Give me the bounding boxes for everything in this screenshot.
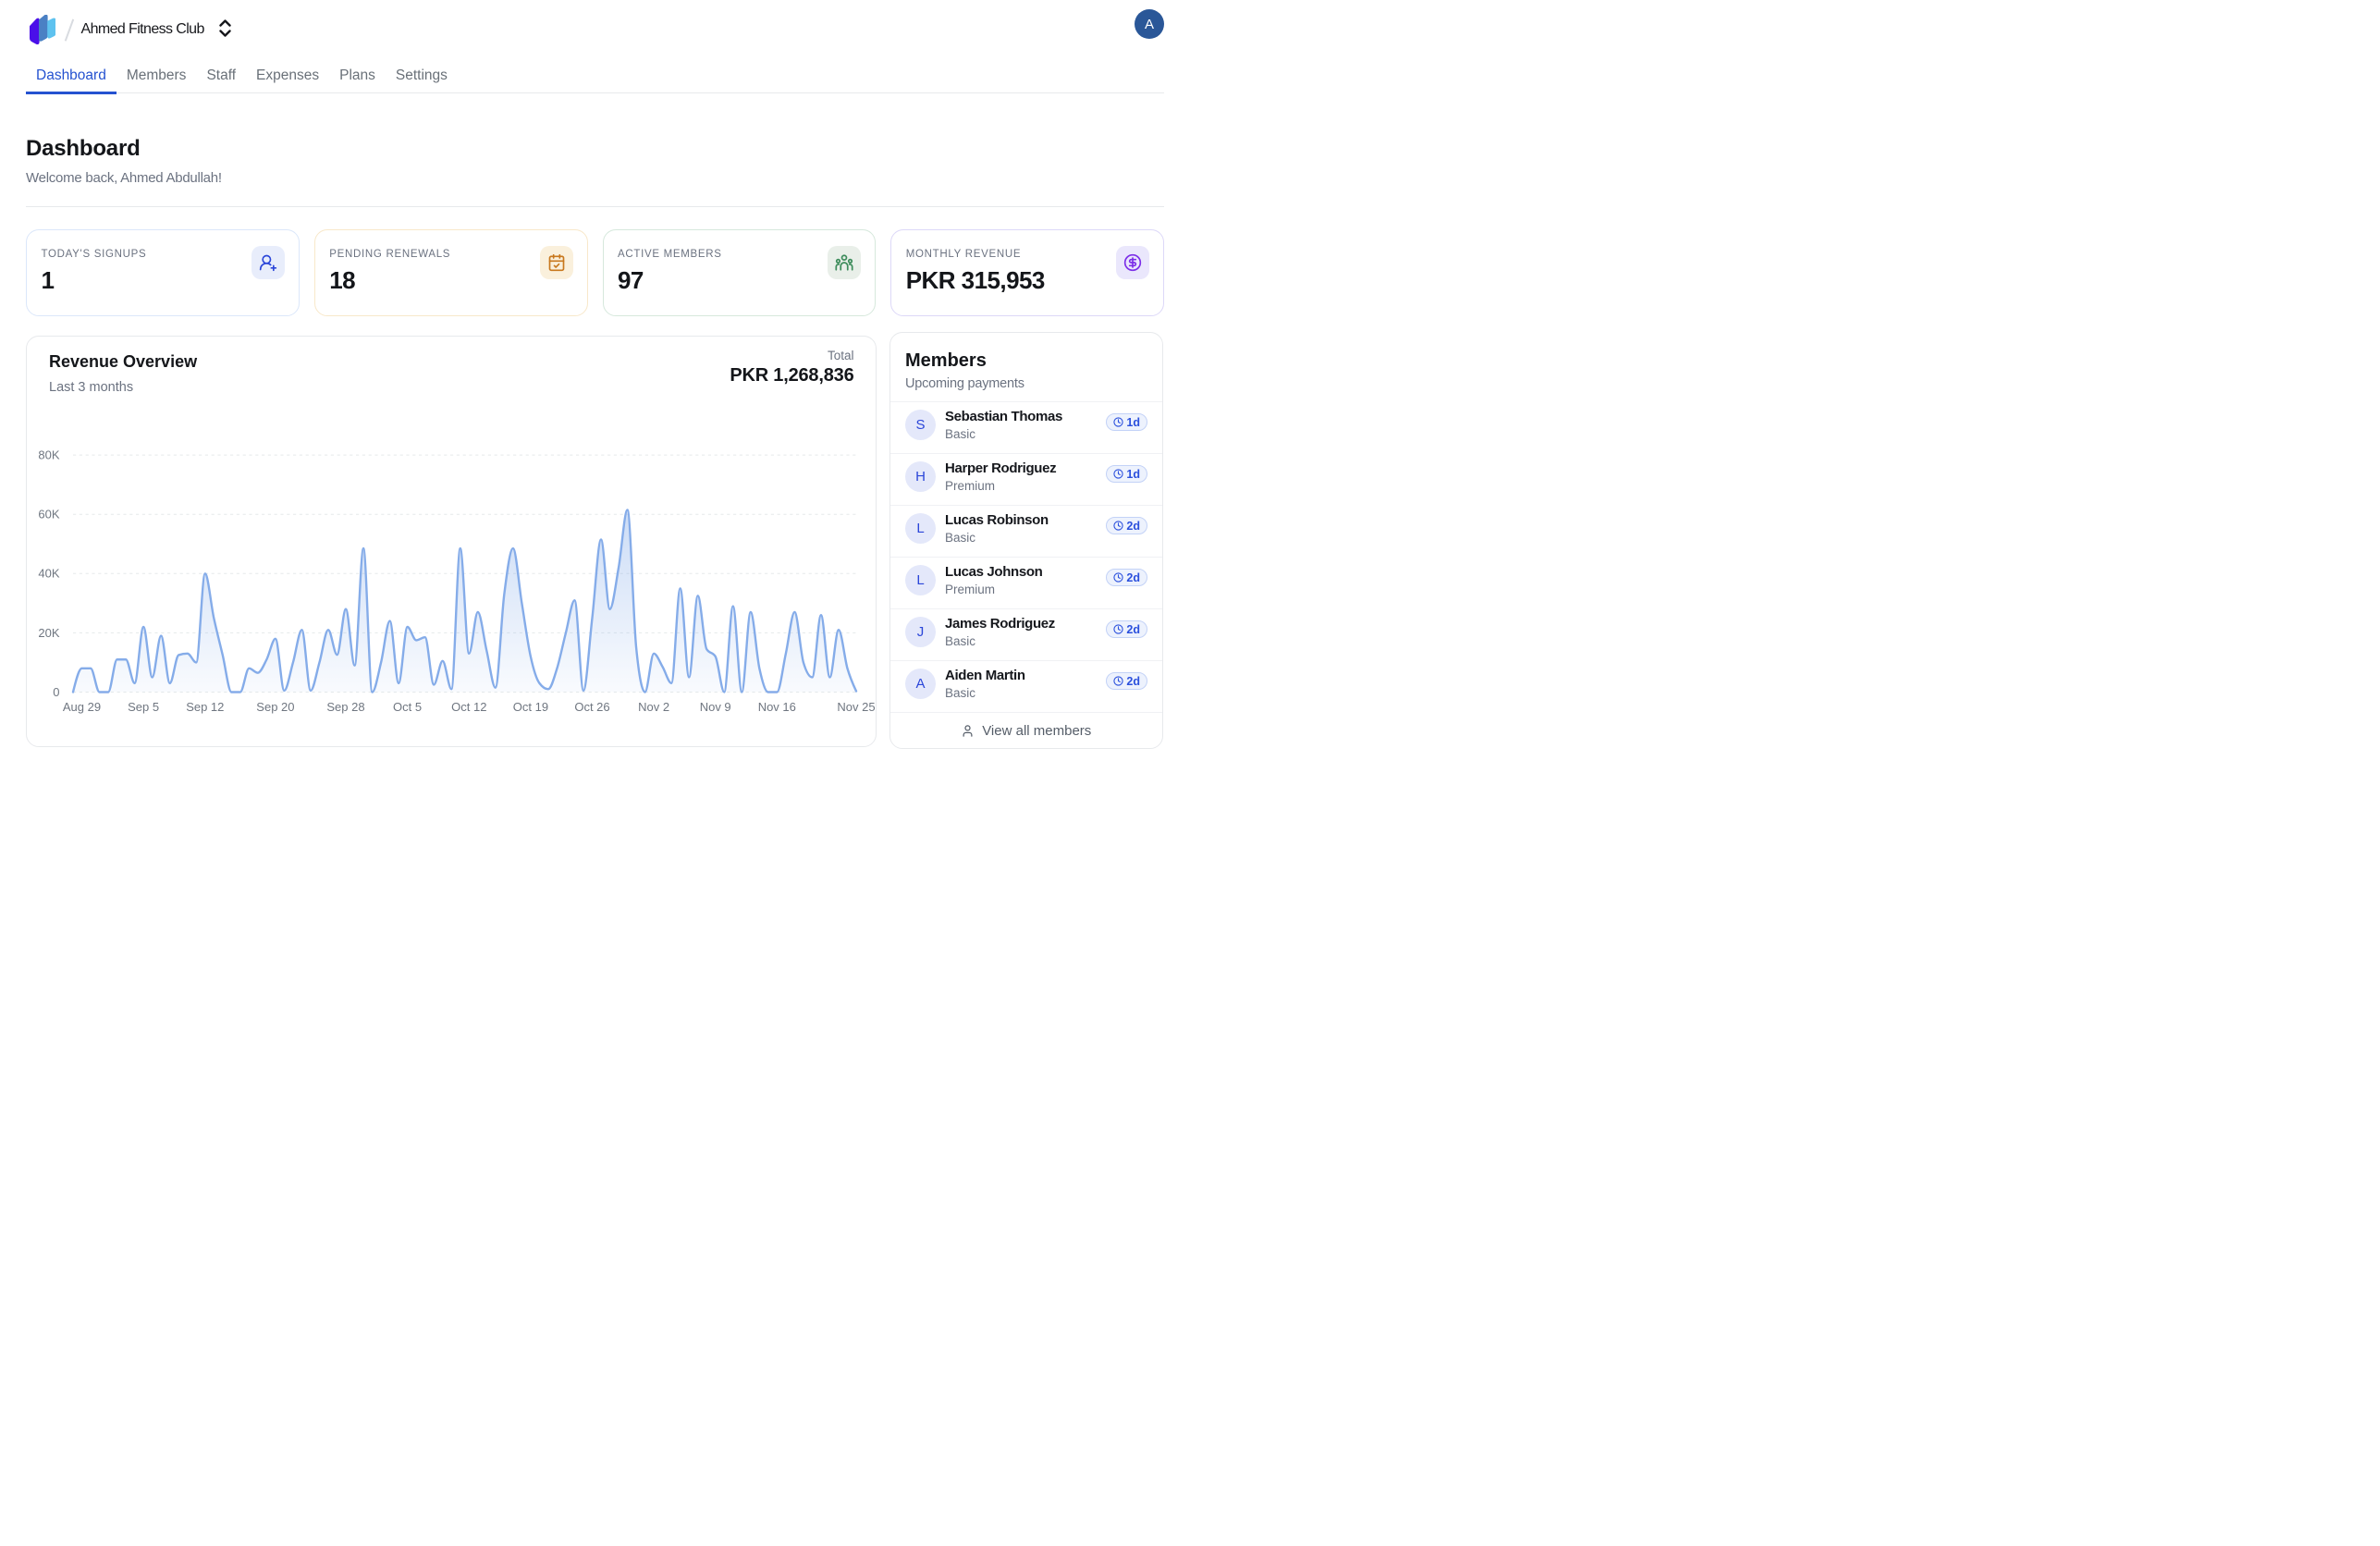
svg-text:Nov 9: Nov 9 [700, 700, 731, 714]
svg-text:80K: 80K [38, 448, 59, 461]
svg-text:Sep 20: Sep 20 [256, 700, 294, 714]
svg-text:Sep 5: Sep 5 [128, 700, 159, 714]
svg-text:Sep 12: Sep 12 [186, 700, 224, 714]
svg-text:0: 0 [53, 684, 59, 698]
svg-text:Nov 2: Nov 2 [638, 700, 669, 714]
svg-text:Nov 16: Nov 16 [758, 700, 796, 714]
svg-text:60K: 60K [38, 507, 59, 521]
svg-text:Oct 19: Oct 19 [513, 700, 548, 714]
svg-text:20K: 20K [38, 625, 59, 639]
svg-text:Aug 29: Aug 29 [63, 700, 101, 714]
svg-text:Sep 28: Sep 28 [326, 700, 364, 714]
svg-text:Oct 5: Oct 5 [393, 700, 422, 714]
svg-text:Nov 25: Nov 25 [837, 700, 875, 714]
svg-text:Oct 12: Oct 12 [451, 700, 486, 714]
svg-text:40K: 40K [38, 566, 59, 580]
svg-text:Oct 26: Oct 26 [574, 700, 609, 714]
